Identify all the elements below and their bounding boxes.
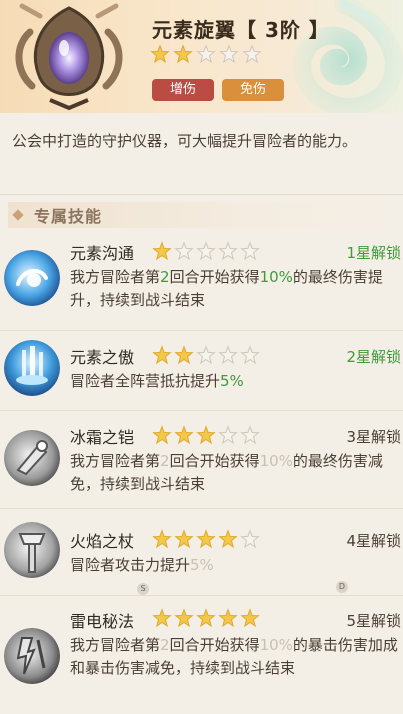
star-filled-icon [240,608,260,628]
divider [0,595,403,596]
star-filled-icon [196,425,216,445]
desc-text: 我方冒险者第 [70,268,161,286]
skill-row[interactable]: 火焰之杖 4星解锁 冒险者攻击力提升5% [0,516,403,588]
skill-row[interactable]: 元素之傲 2星解锁 冒险者全阵营抵抗提升5% [0,338,403,408]
star-empty-icon [196,345,216,365]
section-header-exclusive-skills: 专属技能 [8,202,403,228]
star-empty-icon [240,345,260,365]
star-filled-icon [173,44,193,64]
desc-round-number: 2 [160,452,170,470]
badge-s: S [137,583,149,595]
desc-text: 我方冒险者第 [70,636,161,654]
desc-text: 回合开始获得 [169,268,260,286]
item-title: 元素旋翼【 3阶 】 [152,18,330,42]
skill-row[interactable]: 雷电秘法 5星解锁 我方冒险者第2回合开始获得10%的暴击伤害加成和暴击伤害减免… [0,600,403,714]
skill-name: 雷电秘法 [70,612,135,631]
desc-round-number: 2 [160,268,170,286]
star-filled-icon [218,608,238,628]
star-filled-icon [174,529,194,549]
star-filled-icon [174,425,194,445]
star-empty-icon [219,44,239,64]
unlock-label: 4星解锁 [346,532,401,550]
unlock-label: 2星解锁 [346,348,401,366]
flame-staff-icon [4,522,60,578]
star-empty-icon [218,345,238,365]
desc-text: 回合开始获得 [169,452,260,470]
divider [0,410,403,411]
tag-damage-boost: 增伤 [152,79,214,101]
badge-d: D [336,581,348,593]
unlock-label: 3星解锁 [346,428,401,446]
desc-round-number: 2 [160,636,170,654]
skill-description: 我方冒险者第2回合开始获得10%的暴击伤害加成和暴击伤害减免，持续到战斗结束 [70,634,400,680]
skill-star-rating [152,608,260,628]
skill-star-rating [152,425,260,445]
star-filled-icon [196,529,216,549]
desc-percent: 5% [220,372,244,390]
tag-damage-reduction: 免伤 [222,79,284,101]
desc-text: 回合开始获得 [169,636,260,654]
star-empty-icon [242,44,262,64]
star-filled-icon [152,529,172,549]
desc-percent: 5% [190,556,214,574]
star-empty-icon [196,44,216,64]
desc-text: 冒险者攻击力提升 [70,556,191,574]
star-empty-icon [174,241,194,261]
star-empty-icon [196,241,216,261]
star-filled-icon [150,44,170,64]
item-star-rating [150,44,262,64]
unlock-label: 1星解锁 [346,244,401,262]
star-filled-icon [174,345,194,365]
divider [0,194,403,195]
frost-armor-icon [4,430,60,486]
skill-description: 冒险者全阵营抵抗提升5% [70,370,400,393]
skill-name: 元素沟通 [70,244,135,263]
diamond-bullet-icon [12,209,24,221]
skill-star-rating [152,241,260,261]
skill-star-rating [152,529,260,549]
skill-name: 冰霜之铠 [70,428,135,447]
desc-text: 冒险者全阵营抵抗提升 [70,372,221,390]
skill-name: 元素之傲 [70,348,135,367]
star-empty-icon [218,241,238,261]
item-description: 公会中打造的守护仪器，可大幅提升冒险者的能力。 [12,132,358,150]
desc-percent: 10% [259,636,293,654]
unlock-label: 5星解锁 [346,612,401,630]
rotor-relic-icon [15,3,123,111]
star-empty-icon [218,425,238,445]
divider [0,508,403,509]
thunder-arcana-icon [4,628,60,684]
star-filled-icon [152,241,172,261]
desc-text: 我方冒险者第 [70,452,161,470]
skill-star-rating [152,345,260,365]
star-empty-icon [240,425,260,445]
item-header: 元素旋翼【 3阶 】 增伤 免伤 [0,0,403,113]
item-tags: 增伤 免伤 [152,79,284,101]
skill-row[interactable]: 冰霜之铠 3星解锁 我方冒险者第2回合开始获得10%的最终伤害减免，持续到战斗结… [0,418,403,506]
divider [0,330,403,331]
desc-percent: 10% [259,268,293,286]
skill-name: 火焰之杖 [70,532,135,551]
star-empty-icon [240,529,260,549]
skill-row[interactable]: 元素沟通 1星解锁 我方冒险者第2回合开始获得10%的最终伤害提升，持续到战斗结… [0,236,403,328]
star-filled-icon [218,529,238,549]
star-filled-icon [174,608,194,628]
star-empty-icon [240,241,260,261]
element-orb-icon [4,250,60,306]
star-filled-icon [196,608,216,628]
skill-description: 冒险者攻击力提升5% [70,554,400,577]
skill-description: 我方冒险者第2回合开始获得10%的最终伤害提升，持续到战斗结束 [70,266,400,312]
desc-percent: 10% [259,452,293,470]
star-filled-icon [152,345,172,365]
element-fountain-icon [4,340,60,396]
section-title: 专属技能 [34,207,103,226]
star-filled-icon [152,608,172,628]
skill-description: 我方冒险者第2回合开始获得10%的最终伤害减免，持续到战斗结束 [70,450,400,496]
star-filled-icon [152,425,172,445]
